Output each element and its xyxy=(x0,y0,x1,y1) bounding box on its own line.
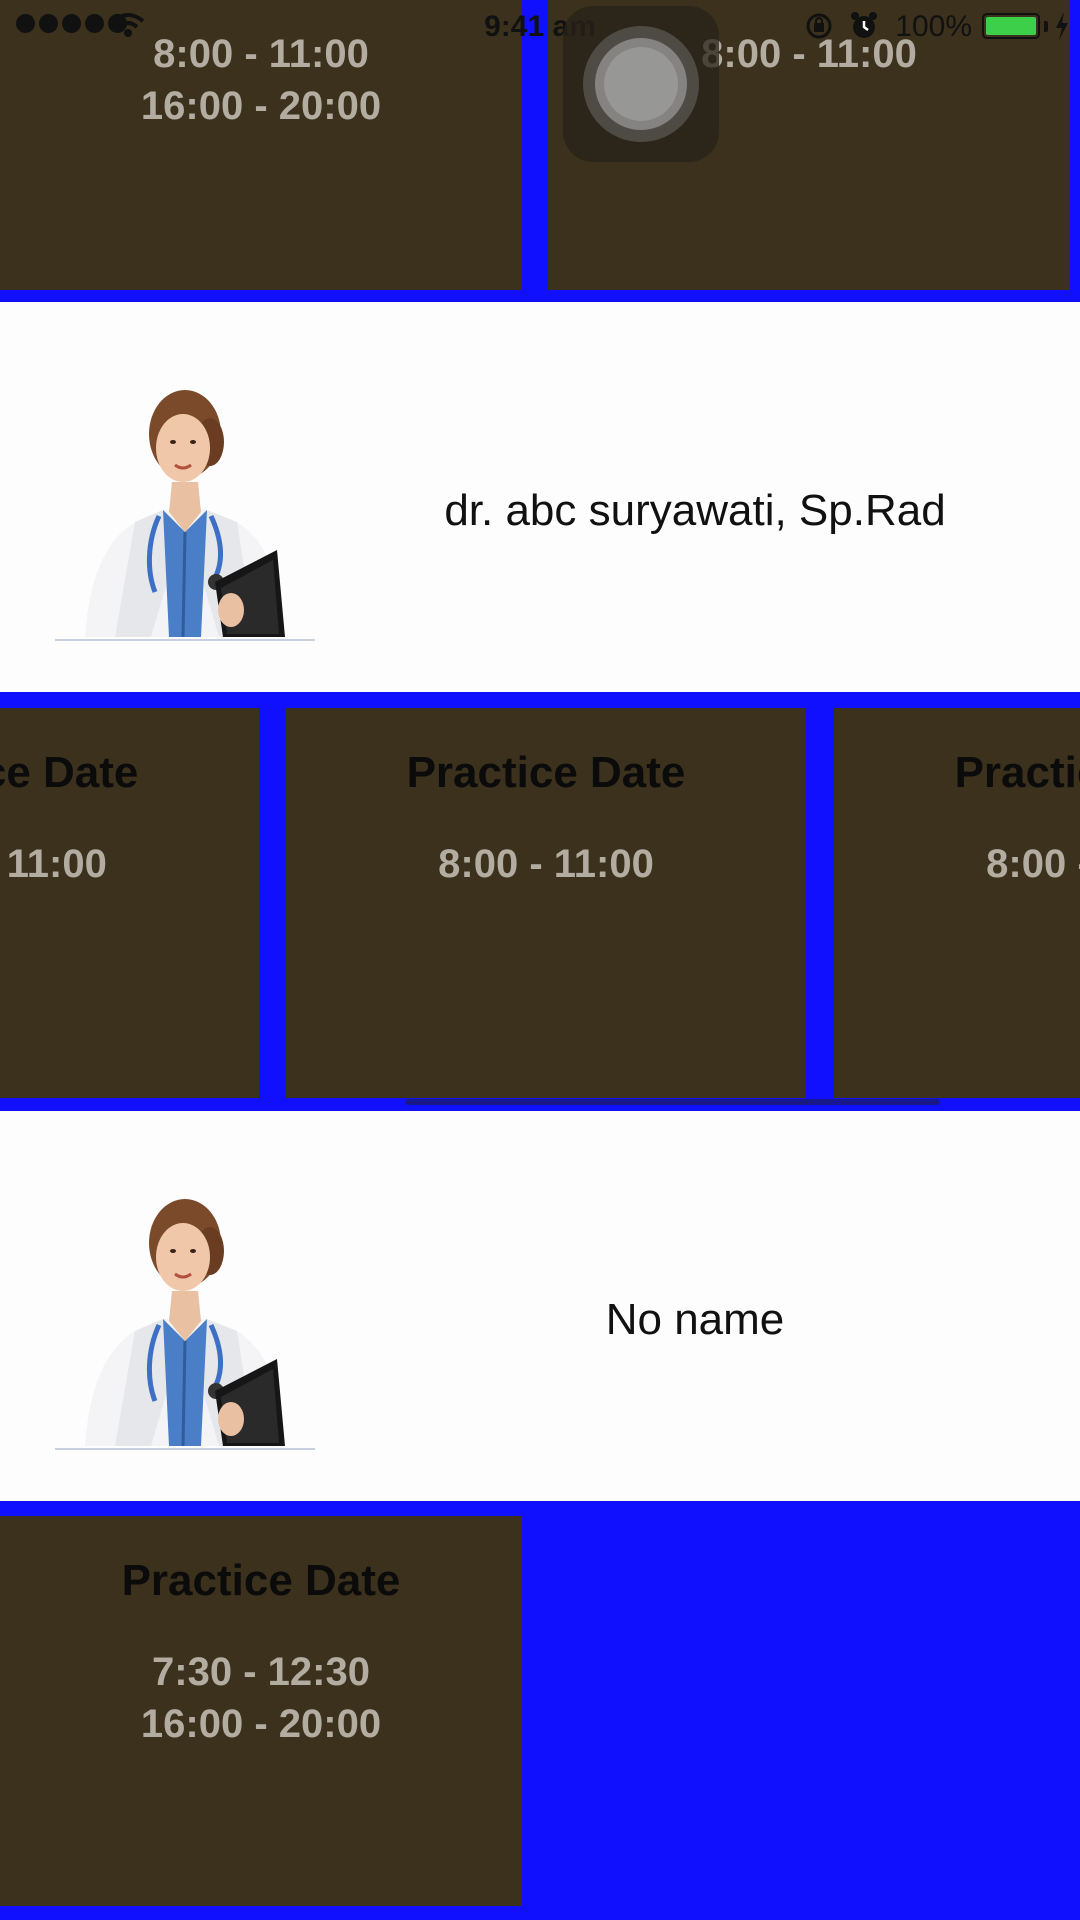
assistive-touch-button[interactable] xyxy=(563,6,719,162)
practice-date-title: Practice Date xyxy=(406,748,686,797)
schedule-card[interactable]: Practice Date 8:00 - 11:00 xyxy=(286,708,806,1098)
practice-time: 8:00 - 11:00 xyxy=(986,842,1080,886)
battery-icon xyxy=(982,13,1040,39)
practice-date-title: Practice Date xyxy=(0,748,139,797)
horizontal-scroll-indicator xyxy=(405,1099,940,1105)
schedule-card[interactable]: Practice Date 8:00 - 11:00 xyxy=(834,708,1080,1098)
schedule-carousel[interactable]: Practice Date 8:00 - 11:00 Practice Date… xyxy=(0,708,1080,1098)
battery-percent: 100% xyxy=(895,10,972,43)
doctor-photo xyxy=(55,382,315,644)
practice-date-title: Practice Date xyxy=(954,748,1080,797)
doctor-name: dr. abc suryawati, Sp.Rad xyxy=(444,486,946,535)
charging-icon xyxy=(1056,12,1068,40)
doctor-row[interactable]: dr. abc suryawati, Sp.Rad xyxy=(0,302,1080,692)
practice-time: 7:30 - 12:30 xyxy=(152,1650,370,1694)
schedule-card[interactable]: Practice Date 7:30 - 12:30 16:00 - 20:00 xyxy=(0,1516,522,1906)
practice-time: 8:00 - 11:00 xyxy=(0,842,107,886)
status-bar: 9:41 am 100% xyxy=(0,0,1080,52)
practice-time: 16:00 - 20:00 xyxy=(140,84,382,128)
orientation-lock-icon xyxy=(806,13,832,39)
practice-time: 16:00 - 20:00 xyxy=(140,1702,382,1746)
doctor-name: No name xyxy=(605,1295,785,1344)
schedule-card[interactable]: Practice Date 8:00 - 11:00 xyxy=(0,708,259,1098)
practice-date-title: Practice Date xyxy=(121,1556,401,1605)
alarm-icon xyxy=(851,12,877,38)
doctor-photo xyxy=(55,1191,315,1453)
doctor-row[interactable]: No name xyxy=(0,1111,1080,1501)
practice-time: 8:00 - 11:00 xyxy=(438,842,654,886)
